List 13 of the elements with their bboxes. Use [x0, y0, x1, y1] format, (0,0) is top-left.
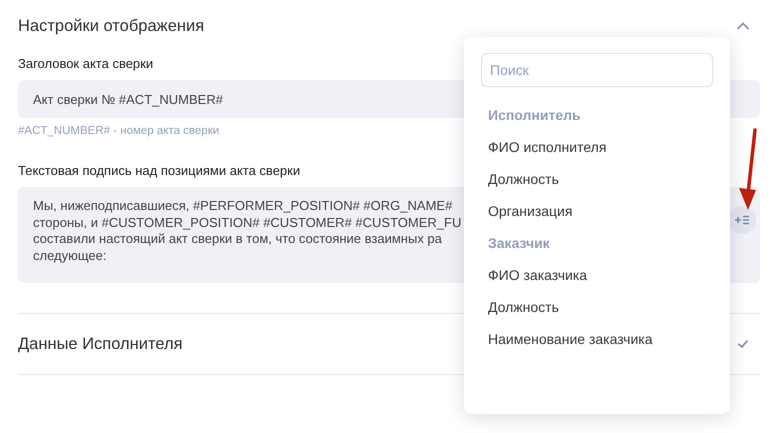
insert-variable-button[interactable]: [728, 206, 756, 234]
group-heading: Заказчик: [487, 234, 551, 253]
field-hint: #ACT_NUMBER# - номер акта сверки: [18, 125, 220, 137]
menu-item[interactable]: Наименование заказчика: [481, 323, 713, 355]
section-title[interactable]: Данные Исполнителя: [18, 334, 183, 354]
menu-item[interactable]: Должность: [481, 291, 713, 323]
field-label: Текстовая подпись над позициями акта сверки: [18, 163, 300, 178]
plus-list-icon: [734, 214, 750, 226]
section-title[interactable]: Настройки отображения: [18, 16, 204, 36]
menu-item[interactable]: ФИО исполнителя: [481, 131, 713, 163]
field-label: Заголовок акта сверки: [18, 56, 154, 71]
search-field[interactable]: Поиск: [481, 53, 713, 87]
menu-item[interactable]: Организация: [481, 195, 713, 227]
